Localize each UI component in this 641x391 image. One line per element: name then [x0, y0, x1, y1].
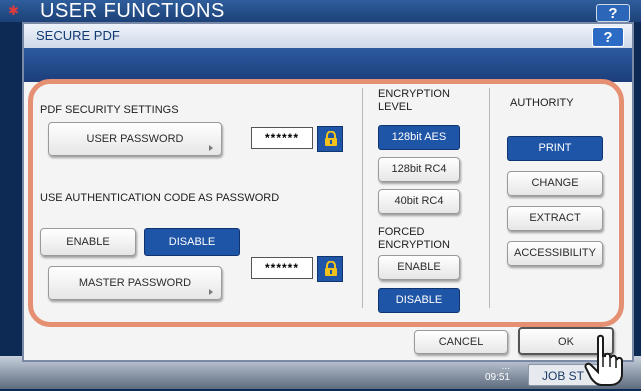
column-divider	[362, 88, 363, 308]
column-divider	[489, 88, 490, 308]
forced-encryption-heading-line2: ENCRYPTION	[378, 239, 450, 251]
authority-extract-button[interactable]: EXTRACT	[507, 206, 603, 231]
authority-print-button[interactable]: PRINT	[507, 136, 603, 161]
app-title: USER FUNCTIONS	[40, 0, 225, 22]
authority-change-button[interactable]: CHANGE	[507, 171, 603, 196]
hand-pointer-icon	[584, 334, 624, 386]
user-password-label: USER PASSWORD	[86, 133, 184, 145]
encryption-heading-line1: ENCRYPTION	[378, 88, 450, 100]
dialog-help-button[interactable]: ?	[592, 27, 624, 47]
auth-disable-button[interactable]: DISABLE	[144, 228, 240, 256]
encryption-option-40bit-rc4[interactable]: 40bit RC4	[378, 189, 460, 214]
app-help-button[interactable]: ?	[596, 4, 630, 22]
master-password-button[interactable]: MASTER PASSWORD	[48, 266, 222, 300]
cancel-button[interactable]: CANCEL	[414, 330, 508, 354]
forced-encryption-heading-line1: FORCED	[378, 226, 425, 238]
forced-encryption-enable-button[interactable]: ENABLE	[378, 255, 460, 280]
authority-accessibility-button[interactable]: ACCESSIBILITY	[507, 241, 603, 266]
encryption-option-128bit-rc4[interactable]: 128bit RC4	[378, 157, 460, 182]
encryption-heading-line2: LEVEL	[378, 101, 413, 113]
status-time: 09:51	[484, 372, 510, 383]
auth-code-heading: USE AUTHENTICATION CODE AS PASSWORD	[40, 192, 280, 204]
auth-enable-button[interactable]: ENABLE	[40, 228, 136, 256]
dialog-header-band	[24, 48, 632, 82]
status-date: ...	[501, 361, 510, 372]
forced-encryption-disable-button[interactable]: DISABLE	[378, 288, 460, 313]
pdf-security-heading: PDF SECURITY SETTINGS	[40, 104, 179, 116]
dialog-title: SECURE PDF	[36, 28, 120, 43]
app-logo-icon: ✱	[8, 3, 19, 18]
user-password-button[interactable]: USER PASSWORD	[48, 122, 222, 156]
user-password-field[interactable]: ******	[251, 127, 313, 149]
expand-arrow-icon	[209, 289, 213, 295]
master-password-label: MASTER PASSWORD	[78, 277, 192, 289]
expand-arrow-icon	[209, 145, 213, 151]
encryption-option-128bit-aes[interactable]: 128bit AES	[378, 125, 460, 150]
master-password-lock-icon[interactable]	[317, 256, 343, 282]
authority-heading: AUTHORITY	[510, 97, 574, 109]
master-password-field[interactable]: ******	[251, 257, 313, 279]
user-password-lock-icon[interactable]	[317, 126, 343, 152]
